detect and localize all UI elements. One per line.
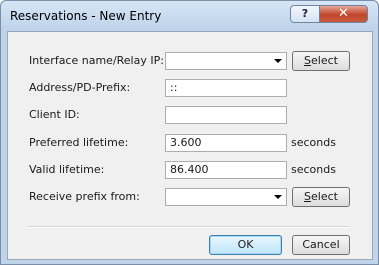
chevron-down-icon[interactable] xyxy=(274,195,282,199)
interface-combobox[interactable] xyxy=(165,52,287,70)
prefix-from-select-text: elect xyxy=(311,190,338,203)
interface-label: Interface name/Relay IP: xyxy=(29,54,164,67)
interface-select-text: elect xyxy=(311,54,338,67)
ok-button[interactable]: OK xyxy=(209,235,282,255)
prefix-from-combobox[interactable] xyxy=(165,188,287,206)
address-input[interactable]: :: xyxy=(165,79,287,97)
interface-select-button[interactable]: Select xyxy=(292,51,350,71)
prefix-from-select-button[interactable]: Select xyxy=(292,187,350,207)
close-button[interactable]: ✕ xyxy=(319,5,368,23)
chevron-down-icon[interactable] xyxy=(274,59,282,63)
client-id-input[interactable] xyxy=(165,106,287,124)
preferred-lifetime-unit: seconds xyxy=(291,136,336,149)
divider xyxy=(28,226,350,228)
dialog-window: Reservations - New Entry ? ✕ Interface n… xyxy=(0,0,379,265)
window-title: Reservations - New Entry xyxy=(10,9,162,23)
client-id-label: Client ID: xyxy=(29,108,80,121)
cancel-button[interactable]: Cancel xyxy=(292,235,350,255)
preferred-lifetime-input[interactable]: 3.600 xyxy=(165,134,287,152)
address-label: Address/PD-Prefix: xyxy=(29,81,131,94)
valid-lifetime-unit: seconds xyxy=(291,163,336,176)
help-button[interactable]: ? xyxy=(290,5,320,23)
preferred-lifetime-label: Preferred lifetime: xyxy=(29,136,129,149)
valid-lifetime-label: Valid lifetime: xyxy=(29,163,105,176)
prefix-from-label: Receive prefix from: xyxy=(29,190,140,203)
prefix-from-select-accel: S xyxy=(304,190,312,203)
dialog-body: Interface name/Relay IP: Select Address/… xyxy=(7,31,373,260)
title-bar[interactable]: Reservations - New Entry ? ✕ xyxy=(1,1,378,31)
valid-lifetime-input[interactable]: 86.400 xyxy=(165,161,287,179)
interface-select-accel: S xyxy=(304,54,312,67)
